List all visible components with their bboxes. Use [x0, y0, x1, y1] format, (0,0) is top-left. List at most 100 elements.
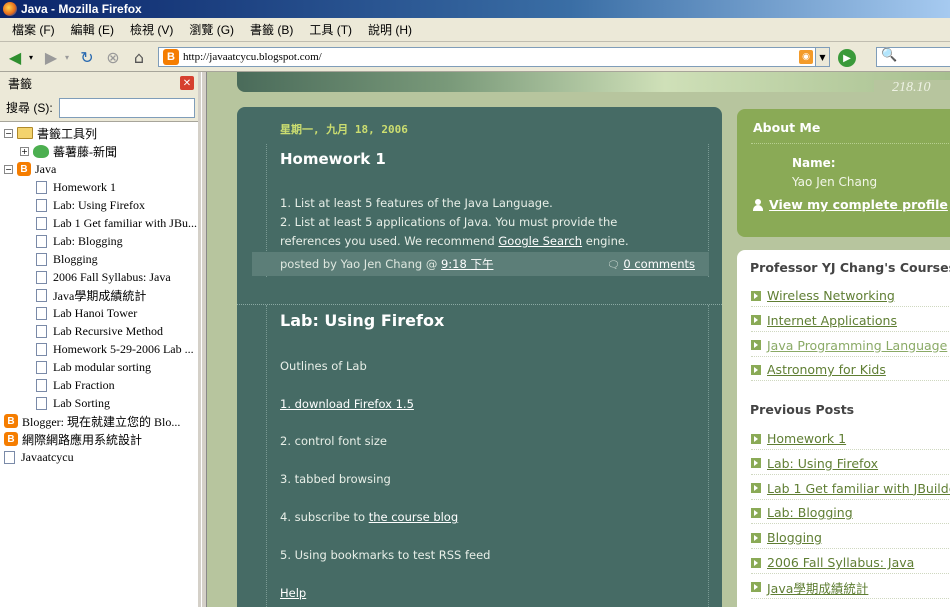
back-icon[interactable]: ◀: [4, 47, 26, 67]
arrow-bullet-icon: [751, 315, 761, 326]
expander-icon[interactable]: +: [20, 146, 29, 156]
stop-icon[interactable]: ⊗: [102, 47, 124, 67]
web-search-input[interactable]: 🔍: [876, 47, 950, 67]
post-line: 5. Using bookmarks to test RSS feed: [280, 548, 491, 562]
url-text[interactable]: http://javaatcycu.blogspot.com/: [183, 51, 799, 63]
bookmark-item[interactable]: + 蕃薯藤-新聞: [0, 142, 198, 160]
bookmark-item[interactable]: Lab: Blogging: [0, 232, 198, 250]
arrow-bullet-icon: [751, 433, 761, 444]
page-icon: [36, 360, 47, 374]
comments: 🗨 0 comments: [607, 257, 695, 271]
page-icon: [36, 378, 47, 392]
expander-icon[interactable]: −: [4, 164, 13, 174]
bookmark-item[interactable]: Lab Recursive Method: [0, 322, 198, 340]
post-time-link[interactable]: 9:18 下午: [441, 257, 493, 271]
arrow-bullet-icon: [751, 532, 761, 543]
list-link[interactable]: Astronomy for Kids: [767, 362, 886, 377]
menu-help[interactable]: 說明 (H): [360, 21, 420, 38]
bookmark-label: Lab Hanoi Tower: [53, 305, 138, 320]
post-byline: posted by Yao Jen Chang @ 9:18 下午: [280, 256, 493, 272]
back-dropdown-icon[interactable]: ▾: [26, 47, 36, 67]
bookmark-item[interactable]: Lab Sorting: [0, 394, 198, 412]
page-icon: [36, 288, 47, 302]
list-link[interactable]: Homework 1: [767, 431, 846, 446]
firefox-icon: [3, 2, 17, 16]
expander-icon[interactable]: −: [4, 128, 13, 138]
post-body: 1. List at least 5 features of the Java …: [280, 194, 700, 251]
list-link[interactable]: 2006 Fall Syllabus: Java: [767, 555, 914, 570]
profile-link-row: View my complete profile: [753, 197, 948, 212]
arrow-bullet-icon: [751, 290, 761, 301]
bookmark-tree: − 書籤工具列 + 蕃薯藤-新聞 − B Java Homework 1 Lab: Using …: [0, 122, 198, 466]
course-blog-link[interactable]: the course blog: [369, 510, 458, 524]
list-link[interactable]: Lab: Blogging: [767, 505, 853, 520]
url-dropdown-icon[interactable]: ▼: [815, 48, 829, 66]
list-item: Java Programming Language: [751, 335, 950, 357]
post-title: Homework 1: [280, 150, 386, 168]
page-icon: [36, 216, 47, 230]
bookmark-label: 蕃薯藤-新聞: [53, 144, 117, 159]
bookmark-item[interactable]: Blogging: [0, 250, 198, 268]
search-icon: 🔍: [881, 48, 898, 63]
list-link[interactable]: Blogging: [767, 530, 822, 545]
post-footer: posted by Yao Jen Chang @ 9:18 下午 🗨 0 co…: [252, 252, 709, 276]
rss-icon[interactable]: ◉: [799, 50, 813, 64]
bookmark-item[interactable]: Lab 1 Get familiar with JBu...: [0, 214, 198, 232]
go-icon[interactable]: ▶: [838, 49, 856, 67]
bookmark-label: Lab 1 Get familiar with JBu...: [53, 215, 197, 230]
bookmark-item[interactable]: 2006 Fall Syllabus: Java: [0, 268, 198, 286]
bookmark-label: Blogging: [53, 251, 98, 266]
bookmark-item[interactable]: Java學期成績統計: [0, 286, 198, 304]
bookmarks-sidebar: 書籤 ✕ 搜尋 (S): − 書籤工具列 + 蕃薯藤-新聞 − B Java Homework…: [0, 72, 201, 607]
bookmark-item[interactable]: B 網際網路應用系統設計: [0, 430, 198, 448]
close-icon[interactable]: ✕: [180, 76, 194, 90]
forward-icon[interactable]: ▶: [40, 47, 62, 67]
menu-edit[interactable]: 編輯 (E): [63, 21, 122, 38]
view-profile-link[interactable]: View my complete profile: [769, 197, 948, 212]
bookmark-item[interactable]: Lab: Using Firefox: [0, 196, 198, 214]
bookmark-item[interactable]: Lab modular sorting: [0, 358, 198, 376]
menu-bookmarks[interactable]: 書籤 (B): [242, 21, 301, 38]
date-header: 星期一, 九月 18, 2006: [280, 123, 408, 136]
folder-icon: [17, 127, 33, 139]
bookmark-item[interactable]: − 書籤工具列: [0, 124, 198, 142]
about-heading: About Me: [753, 120, 821, 135]
bookmark-item[interactable]: Lab Fraction: [0, 376, 198, 394]
bookmark-item[interactable]: Homework 1: [0, 178, 198, 196]
menu-file[interactable]: 檔案 (F): [4, 21, 63, 38]
main-column: 星期一, 九月 18, 2006 Homework 1 1. List at l…: [237, 107, 722, 607]
comments-link[interactable]: 0 comments: [623, 257, 695, 271]
bookmark-item[interactable]: Javaatcycu: [0, 448, 198, 466]
bookmark-label: Lab Fraction: [53, 377, 115, 392]
bookmark-item[interactable]: − B Java: [0, 160, 198, 178]
list-item: Lab: Blogging: [751, 502, 950, 525]
post-line-text: 4. subscribe to: [280, 510, 369, 524]
menu-go[interactable]: 瀏覽 (G): [181, 21, 242, 38]
reload-icon[interactable]: ↻: [76, 47, 98, 67]
menu-tools[interactable]: 工具 (T): [301, 21, 360, 38]
page-icon: [36, 270, 47, 284]
forward-dropdown-icon[interactable]: ▾: [62, 47, 72, 67]
list-link[interactable]: Lab 1 Get familiar with JBuilder: [767, 481, 950, 496]
list-link[interactable]: Wireless Networking: [767, 288, 895, 303]
bookmark-label: Blogger: 現在就建立您的 Blo...: [22, 414, 181, 429]
bookmark-item[interactable]: B Blogger: 現在就建立您的 Blo...: [0, 412, 198, 430]
google-search-link[interactable]: Google Search: [498, 234, 582, 248]
posted-by: posted by Yao Jen Chang @: [280, 257, 441, 271]
list-link[interactable]: Java Programming Language: [767, 338, 947, 353]
page-icon: [36, 306, 47, 320]
list-link[interactable]: Internet Applications: [767, 313, 897, 328]
download-firefox-link[interactable]: 1. download Firefox 1.5: [280, 397, 414, 411]
list-item: Astronomy for Kids: [751, 359, 950, 382]
url-bar[interactable]: B http://javaatcycu.blogspot.com/ ◉ ▼: [158, 47, 830, 67]
bookmark-item[interactable]: Lab Hanoi Tower: [0, 304, 198, 322]
help-link[interactable]: Help: [280, 586, 306, 600]
home-icon[interactable]: ⌂: [128, 47, 150, 67]
post-line: 4. subscribe to the course blog: [280, 510, 458, 524]
menu-view[interactable]: 檢視 (V): [122, 21, 181, 38]
bookmark-item[interactable]: Homework 5-29-2006 Lab ...: [0, 340, 198, 358]
arrow-bullet-icon: [751, 458, 761, 469]
list-link[interactable]: Lab: Using Firefox: [767, 456, 878, 471]
sidebar-search-input[interactable]: [58, 97, 195, 118]
list-link[interactable]: Java學期成績統計: [767, 578, 868, 597]
